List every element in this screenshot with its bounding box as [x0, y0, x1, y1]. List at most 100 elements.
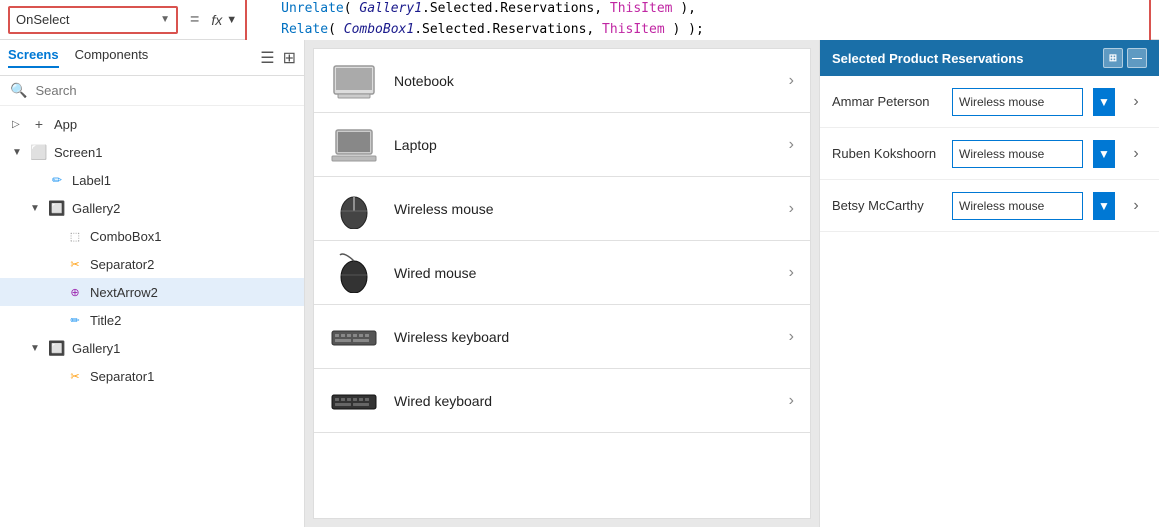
wired-mouse-name: Wired mouse: [394, 265, 773, 281]
right-panel: Selected Product Reservations ⊞ — Ammar …: [819, 40, 1159, 527]
search-input[interactable]: [35, 83, 294, 98]
combo-arrow-1[interactable]: ▼: [1093, 140, 1115, 168]
nav-arrow-1[interactable]: ›: [1125, 140, 1147, 168]
wireless-mouse-image: [330, 189, 378, 229]
tree-label-screen1: Screen1: [54, 145, 102, 160]
laptop-name: Laptop: [394, 137, 773, 153]
formula-line-3: Relate( ComboBox1.Selected.Reservations,…: [257, 20, 1139, 40]
gallery-item-wireless-keyboard[interactable]: Wireless keyboard ›: [314, 305, 810, 369]
tree-label-separator2: Separator2: [90, 257, 154, 272]
notebook-name: Notebook: [394, 73, 773, 89]
gallery-item-wireless-mouse[interactable]: Wireless mouse ›: [314, 177, 810, 241]
chevron-right-icon: ›: [789, 328, 794, 346]
gallery-icon: 🔲: [48, 200, 66, 217]
person-name-0: Ammar Peterson: [832, 94, 942, 109]
tree-item-nextarrow2[interactable]: ⊕ NextArrow2: [0, 278, 304, 306]
tree-item-gallery1[interactable]: ▼ 🔲 Gallery1: [0, 334, 304, 362]
tree-item-label1[interactable]: ✏ Label1: [0, 166, 304, 194]
wireless-keyboard-name: Wireless keyboard: [394, 329, 773, 345]
right-panel-header: Selected Product Reservations ⊞ —: [820, 40, 1159, 76]
gallery-list: Notebook › Laptop ›: [313, 48, 811, 519]
nav-arrow-2[interactable]: ›: [1125, 192, 1147, 220]
tree-label-gallery2: Gallery2: [72, 201, 120, 216]
tree-label-app: App: [54, 117, 77, 132]
blank-icon: [48, 315, 60, 326]
expand-icon: ▷: [12, 119, 24, 130]
tree-item-separator2[interactable]: ✂ Separator2: [0, 250, 304, 278]
gallery1-icon: 🔲: [48, 340, 66, 357]
chevron-right-icon: ›: [789, 392, 794, 410]
chevron-right-icon: ›: [789, 136, 794, 154]
title-icon: ✏: [66, 314, 84, 327]
tabs-row: Screens Components ☰ ⊞: [0, 40, 304, 76]
main-area: Screens Components ☰ ⊞ 🔍 ▷ + App ▼ ⬜: [0, 40, 1159, 527]
grid-icon[interactable]: ⊞: [283, 48, 296, 68]
nav-arrow-0[interactable]: ›: [1125, 88, 1147, 116]
center-panel: Notebook › Laptop ›: [305, 40, 819, 527]
combo-select-1[interactable]: Wireless mouse: [952, 140, 1083, 168]
expand-icon: ▼: [30, 203, 42, 214]
left-panel: Screens Components ☰ ⊞ 🔍 ▷ + App ▼ ⬜: [0, 40, 305, 527]
gallery-item-wired-keyboard[interactable]: Wired keyboard ›: [314, 369, 810, 433]
wireless-keyboard-image: [330, 317, 378, 357]
label-icon: ✏: [48, 173, 66, 187]
tree-label-separator1: Separator1: [90, 369, 154, 384]
ctrl-btn-1[interactable]: ⊞: [1103, 48, 1123, 68]
laptop-image: [330, 125, 378, 165]
blank-icon: [30, 175, 42, 186]
nextarrow-icon: ⊕: [66, 286, 84, 299]
tree-item-combobox1[interactable]: ⬚ ComboBox1: [0, 222, 304, 250]
fx-label: fx: [211, 12, 222, 28]
wireless-mouse-name: Wireless mouse: [394, 201, 773, 217]
list-icon[interactable]: ☰: [260, 48, 274, 68]
tree-item-title2[interactable]: ✏ Title2: [0, 306, 304, 334]
fx-box: fx ▼: [211, 12, 237, 28]
expand-icon: ▼: [12, 147, 24, 158]
separator-icon: ✂: [66, 258, 84, 271]
tree: ▷ + App ▼ ⬜ Screen1 ✏ Label1 ▼ 🔲 Gallery…: [0, 106, 304, 527]
wired-keyboard-image: [330, 381, 378, 421]
combo-select-0[interactable]: Wireless mouse: [952, 88, 1083, 116]
gallery-item-laptop[interactable]: Laptop ›: [314, 113, 810, 177]
blank-icon: [48, 231, 60, 242]
right-controls: ⊞ —: [1103, 48, 1147, 68]
top-bar: OnSelect ▼ = fx ▼ If( IsBlank( ComboBox1…: [0, 0, 1159, 40]
combobox-icon: ⬚: [66, 230, 84, 243]
screen-icon: ⬜: [30, 144, 48, 161]
formula-line-2: Unrelate( Gallery1.Selected.Reservations…: [257, 0, 1139, 20]
gallery-item-notebook[interactable]: Notebook ›: [314, 49, 810, 113]
tree-label-label1: Label1: [72, 173, 111, 188]
tree-label-gallery1: Gallery1: [72, 341, 120, 356]
chevron-right-icon: ›: [789, 72, 794, 90]
tab-screens[interactable]: Screens: [8, 47, 59, 68]
notebook-image: [330, 61, 378, 101]
right-panel-title: Selected Product Reservations: [832, 51, 1023, 66]
tab-components[interactable]: Components: [75, 47, 149, 68]
gallery-item-wired-mouse[interactable]: Wired mouse ›: [314, 241, 810, 305]
ctrl-btn-2[interactable]: —: [1127, 48, 1147, 68]
combo-arrow-2[interactable]: ▼: [1093, 192, 1115, 220]
reservation-row-0: Ammar Peterson Wireless mouse ▼ ›: [820, 76, 1159, 128]
combo-arrow-0[interactable]: ▼: [1093, 88, 1115, 116]
blank-icon: [48, 371, 60, 382]
combo-select-2[interactable]: Wireless mouse: [952, 192, 1083, 220]
fx-chevron-icon: ▼: [226, 14, 237, 26]
blank-icon: [48, 287, 60, 298]
tree-item-screen1[interactable]: ▼ ⬜ Screen1: [0, 138, 304, 166]
tree-item-separator1[interactable]: ✂ Separator1: [0, 362, 304, 390]
person-name-2: Betsy McCarthy: [832, 198, 942, 213]
blank-icon: [48, 259, 60, 270]
combo-value-0: Wireless mouse: [959, 95, 1044, 109]
wired-mouse-image: [330, 253, 378, 293]
reservation-row-2: Betsy McCarthy Wireless mouse ▼ ›: [820, 180, 1159, 232]
tree-item-gallery2[interactable]: ▼ 🔲 Gallery2: [0, 194, 304, 222]
wired-keyboard-name: Wired keyboard: [394, 393, 773, 409]
tab-icons: ☰ ⊞: [260, 48, 296, 68]
equals-sign: =: [186, 11, 203, 29]
chevron-down-icon: ▼: [160, 14, 170, 25]
formula-select[interactable]: OnSelect ▼: [8, 6, 178, 34]
tree-label-combobox1: ComboBox1: [90, 229, 162, 244]
search-icon: 🔍: [10, 82, 27, 99]
chevron-right-icon: ›: [789, 200, 794, 218]
tree-item-app[interactable]: ▷ + App: [0, 110, 304, 138]
